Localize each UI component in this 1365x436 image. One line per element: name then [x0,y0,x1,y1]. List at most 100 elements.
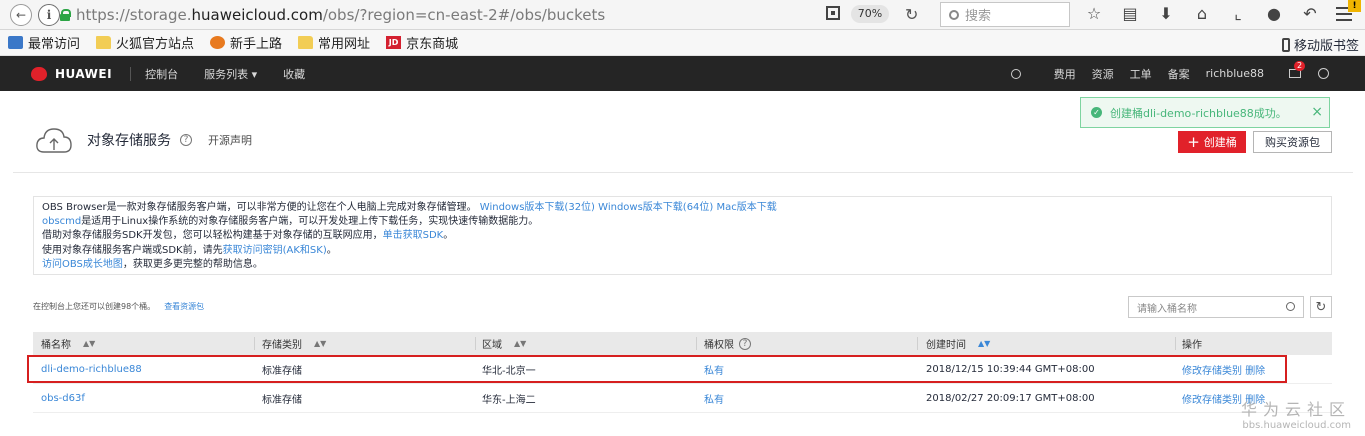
nav-tickets[interactable]: 工单 [1130,66,1152,82]
huawei-logo[interactable]: HUAWEI [29,66,112,81]
bookmark-jd-mall[interactable]: JD 京东商城 [386,33,458,52]
bucket-name-link[interactable]: dli-demo-richblue88 [41,364,142,375]
acl-link[interactable]: 私有 [704,366,724,377]
download-win64-link[interactable]: Windows版本下载(64位) [598,202,713,213]
mobile-bookmarks[interactable]: 移动版书签 [1281,35,1359,54]
toast-message: 创建桶dli-demo-richblue88成功。 [1110,106,1287,120]
lock-icon [60,8,71,21]
browser-search-input[interactable]: 搜索 [940,2,1070,27]
get-sdk-link[interactable]: 单击获取SDK [383,230,444,241]
nav-right-group: 费用 资源 工单 备案 richblue88 2 [1010,56,1365,91]
buy-resource-package-button[interactable]: 购买资源包 [1253,131,1332,153]
delete-link[interactable]: 删除 [1245,366,1265,377]
search-icon[interactable] [1010,68,1021,79]
crop-icon[interactable]: ⌞ [1227,4,1249,23]
download-mac-link[interactable]: Mac版本下载 [717,202,777,213]
nav-fees[interactable]: 费用 [1054,66,1076,82]
page-title: 对象存储服务 [87,133,171,149]
top-navigation: HUAWEI 控制台 服务列表 ▾ 收藏 费用 资源 工单 备案 richblu… [0,56,1365,91]
clock-icon[interactable] [1318,68,1329,79]
info-line-browser: OBS Browser是一款对象存储服务客户端，可以非常方便的让您在个人电脑上完… [42,202,777,213]
table-row: obs-d63f 标准存储 华东-上海二 私有 2018/02/27 20:09… [33,384,1332,413]
storage-class: 标准存储 [262,394,302,406]
reload-icon[interactable]: ↻ [905,5,918,24]
open-source-link[interactable]: 开源声明 [208,132,252,148]
obscmd-link[interactable]: obscmd [42,216,81,227]
bookmark-star-icon[interactable]: ☆ [1083,4,1105,23]
chevron-down-icon: ▾ [251,67,258,81]
bookmark-getting-started[interactable]: 新手上路 [210,33,282,52]
bucket-search-input[interactable]: 请输入桶名称 [1128,296,1304,318]
info-panel: OBS Browser是一款对象存储服务客户端，可以非常方便的让您在个人电脑上完… [33,196,1332,275]
header-region[interactable]: 区域 ▲▼ [476,332,697,355]
bookmark-common-sites[interactable]: 常用网址 [298,33,370,52]
nav-service-list[interactable]: 服务列表 ▾ [204,66,257,82]
sort-icon[interactable]: ▲▼ [83,339,95,348]
change-storage-class-link[interactable]: 修改存储类别 [1182,395,1242,406]
header-storage-class[interactable]: 存储类别 ▲▼ [255,332,476,355]
success-toast: ✓ 创建桶dli-demo-richblue88成功。 × [1080,97,1330,128]
download-win32-link[interactable]: Windows版本下载(32位) [480,202,595,213]
refresh-icon: ↻ [1315,299,1327,315]
help-icon[interactable]: ? [739,337,751,350]
close-icon[interactable]: × [1311,104,1323,120]
zoom-level[interactable]: 70% [851,5,889,23]
change-storage-class-link[interactable]: 修改存储类别 [1182,366,1242,377]
nav-user[interactable]: richblue88 [1206,67,1264,80]
bookmark-firefox-site[interactable]: 火狐官方站点 [96,33,194,52]
messages-button[interactable]: 2 [1289,61,1306,78]
page-header: 对象存储服务 ? 开源声明 [35,126,252,154]
header-bucket-acl: 桶权限? [697,332,918,355]
url-text: https://storage.huaweicloud.com/obs/?reg… [76,5,606,24]
bucket-name-link[interactable]: obs-d63f [41,393,85,404]
back-button[interactable]: ← [10,3,32,26]
info-line-keys: 使用对象存储服务客户端或SDK前，请先获取访问密钥(AK和SK)。 [42,244,337,256]
bookmark-most-visited[interactable]: 最常访问 [8,33,80,52]
jd-icon: JD [386,36,402,49]
nav-filing[interactable]: 备案 [1168,66,1190,82]
watermark: 华为云社区 bbs.huaweicloud.com [1241,400,1352,431]
sort-icon[interactable]: ▲▼ [514,339,526,348]
nav-favorites[interactable]: 收藏 [283,66,305,82]
chat-icon[interactable]: ● [1263,4,1285,23]
header-operations: 操作 [1182,340,1202,351]
growth-map-link[interactable]: 访问OBS成长地图 [42,259,123,270]
most-visited-icon [8,36,23,49]
search-icon [949,9,959,20]
help-icon[interactable]: ? [180,134,192,146]
folder-icon [96,36,112,49]
nav-divider [130,66,132,81]
view-resource-package-link[interactable]: 查看资源包 [164,302,204,311]
browser-toolbar-icons: ☆ ▤ ⬇ ⌂ ⌞ ● ↶ [1083,4,1321,23]
access-keys-link[interactable]: 获取访问密钥(AK和SK) [223,245,327,256]
folder-icon [298,36,314,49]
qr-code-icon[interactable] [826,6,840,20]
storage-class: 标准存储 [262,365,302,377]
sort-icon[interactable]: ▲▼ [314,339,326,348]
nav-console[interactable]: 控制台 [145,66,178,82]
address-bar[interactable]: https://storage.huaweicloud.com/obs/?reg… [60,2,930,27]
site-info-icon[interactable]: i [38,3,60,26]
refresh-button[interactable]: ↻ [1310,296,1332,318]
nav-resources[interactable]: 资源 [1092,66,1114,82]
bookmarks-bar: 最常访问 火狐官方站点 新手上路 常用网址 JD 京东商城 移动版书签 [0,30,1365,56]
plus-icon: + [1187,132,1200,151]
download-icon[interactable]: ⬇ [1155,4,1177,23]
bucket-quota: 在控制台上您还可以创建98个桶。 查看资源包 [33,302,205,311]
sort-icon[interactable]: ▲▼ [978,339,990,348]
undo-icon[interactable]: ↶ [1299,4,1321,23]
cloud-upload-icon [35,126,73,154]
table-header: 桶名称 ▲▼ 存储类别 ▲▼ 区域 ▲▼ 桶权限? 创建时间 ▲▼ 操作 [33,332,1332,355]
create-bucket-button[interactable]: + 创建桶 [1178,131,1246,153]
header-bucket-name[interactable]: 桶名称 ▲▼ [33,332,255,355]
search-icon[interactable] [1286,302,1295,311]
acl-link[interactable]: 私有 [704,395,724,406]
reading-list-icon[interactable]: ▤ [1119,4,1141,23]
info-line-map: 访问OBS成长地图，获取更多更完整的帮助信息。 [42,258,263,270]
huawei-petal-icon [29,66,49,81]
header-created-time[interactable]: 创建时间 ▲▼ [918,332,1176,355]
table-row: dli-demo-richblue88 标准存储 华北-北京一 私有 2018/… [33,355,1332,384]
created-time: 2018/12/15 10:39:44 GMT+08:00 [926,363,1095,375]
check-circle-icon: ✓ [1091,107,1102,118]
home-icon[interactable]: ⌂ [1191,4,1213,23]
